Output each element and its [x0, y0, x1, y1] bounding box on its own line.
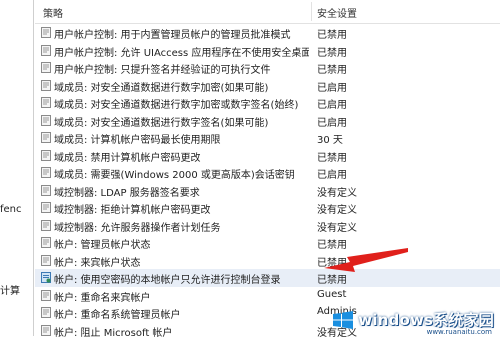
security-setting-value: 30 天	[317, 131, 387, 146]
policy-row[interactable]: 帐户: 重命名来宾帐户 Guest	[35, 287, 500, 305]
policy-name: 域成员: 对安全通道数据进行数字加密或数字签名(始终)	[54, 96, 309, 111]
navigation-pane: fenc 计算	[0, 0, 34, 336]
policy-row[interactable]: 域成员: 对安全通道数据进行数字签名(如果可能) 已启用	[35, 112, 500, 130]
windows-logo-icon	[332, 310, 354, 330]
policy-list-view: 策略 安全设置 用户帐户控制: 用于内置管理员帐户的管理员批准模式已禁用用户帐户…	[35, 0, 500, 336]
policy-row[interactable]: 用户帐户控制: 用于内置管理员帐户的管理员批准模式已禁用	[35, 24, 500, 42]
policy-row[interactable]: 域控制器: 拒绝计算机帐户密码更改没有定义	[35, 199, 500, 217]
policy-row[interactable]: 域成员: 禁用计算机帐户密码更改已禁用	[35, 147, 500, 165]
watermark-url: www.ruanaitu.com	[427, 328, 492, 336]
policy-name: 帐户: 阻止 Microsoft 帐户	[54, 324, 309, 339]
policy-name: 帐户: 使用空密码的本地帐户只允许进行控制台登录	[54, 271, 309, 286]
security-setting-value: Guest	[317, 289, 387, 300]
column-header-policy[interactable]: 策略	[43, 5, 63, 20]
policy-name: 域成员: 计算机帐户密码最长使用期限	[54, 131, 309, 146]
policy-name: 帐户: 来宾帐户状态	[54, 254, 309, 269]
policy-icon	[41, 97, 51, 108]
policy-name: 用户帐户控制: 允许 UIAccess 应用程序在不使用安全桌面...	[54, 44, 309, 59]
policy-icon	[41, 45, 51, 56]
policy-row[interactable]: 域控制器: 允许服务器操作者计划任务没有定义	[35, 217, 500, 235]
security-setting-value: 已禁用	[317, 44, 387, 59]
policy-row[interactable]: 域成员: 对安全通道数据进行数字加密(如果可能) 已启用	[35, 77, 500, 95]
security-setting-value: 已禁用	[317, 61, 387, 76]
security-setting-value: 已启用	[317, 96, 387, 111]
policy-row[interactable]: 帐户: 使用空密码的本地帐户只允许进行控制台登录已禁用	[35, 269, 500, 287]
policy-row[interactable]: 用户帐户控制: 只提升签名并经验证的可执行文件已禁用	[35, 59, 500, 77]
policy-name: 域控制器: 拒绝计算机帐户密码更改	[54, 201, 309, 216]
policy-name: 域控制器: 允许服务器操作者计划任务	[54, 219, 309, 234]
policy-row[interactable]: 域成员: 计算机帐户密码最长使用期限 30 天	[35, 129, 500, 147]
security-setting-value: 没有定义	[317, 184, 387, 199]
policy-icon	[41, 307, 51, 318]
security-setting-value: 已启用	[317, 114, 387, 129]
policy-icon	[41, 150, 51, 161]
column-divider[interactable]	[311, 2, 312, 21]
policy-name: 帐户: 管理员帐户状态	[54, 236, 309, 251]
policy-row[interactable]: 帐户: 管理员帐户状态已禁用	[35, 234, 500, 252]
security-setting-value: 没有定义	[317, 219, 387, 234]
policy-name: 用户帐户控制: 用于内置管理员帐户的管理员批准模式	[54, 26, 309, 41]
watermark: windows系统家园 www.ruanaitu.com	[332, 309, 494, 330]
policy-row[interactable]: 用户帐户控制: 允许 UIAccess 应用程序在不使用安全桌面... 已禁用	[35, 42, 500, 60]
policy-row[interactable]: 域成员: 需要强(Windows 2000 或更高版本)会话密钥已启用	[35, 164, 500, 182]
security-setting-value: 已禁用	[317, 149, 387, 164]
policy-icon	[41, 62, 51, 73]
policy-icon	[41, 237, 51, 248]
security-setting-value: 已启用	[317, 79, 387, 94]
navigation-fragment-2[interactable]: 计算	[0, 282, 20, 297]
red-arrow-annotation	[320, 248, 410, 284]
policy-row[interactable]: 帐户: 来宾帐户状态已禁用	[35, 252, 500, 270]
policy-selected-icon	[41, 272, 51, 283]
policy-row[interactable]: 域控制器: LDAP 服务器签名要求没有定义	[35, 182, 500, 200]
policy-row[interactable]: 域成员: 对安全通道数据进行数字加密或数字签名(始终) 已启用	[35, 94, 500, 112]
policy-icon	[41, 255, 51, 266]
policy-icon	[41, 132, 51, 143]
security-setting-value: 已启用	[317, 166, 387, 181]
policy-name: 域控制器: LDAP 服务器签名要求	[54, 184, 309, 199]
policy-name: 域成员: 需要强(Windows 2000 或更高版本)会话密钥	[54, 166, 309, 181]
policy-icon	[41, 290, 51, 301]
policy-icon	[41, 325, 51, 336]
policy-icon	[41, 27, 51, 38]
policy-name: 域成员: 对安全通道数据进行数字加密(如果可能)	[54, 79, 309, 94]
policy-icon	[41, 167, 51, 178]
policy-name: 帐户: 重命名来宾帐户	[54, 289, 309, 304]
policy-icon	[41, 80, 51, 91]
column-header-setting[interactable]: 安全设置	[317, 5, 357, 20]
security-setting-value: 没有定义	[317, 201, 387, 216]
watermark-text: windows系统家园	[358, 309, 494, 330]
navigation-fragment-1[interactable]: fenc	[0, 204, 22, 215]
policy-rows: 用户帐户控制: 用于内置管理员帐户的管理员批准模式已禁用用户帐户控制: 允许 U…	[35, 24, 500, 339]
policy-name: 用户帐户控制: 只提升签名并经验证的可执行文件	[54, 61, 309, 76]
policy-name: 帐户: 重命名系统管理员帐户	[54, 306, 309, 321]
policy-icon	[41, 115, 51, 126]
policy-name: 域成员: 禁用计算机帐户密码更改	[54, 149, 309, 164]
arrow-shape	[324, 248, 408, 272]
policy-name: 域成员: 对安全通道数据进行数字签名(如果可能)	[54, 114, 309, 129]
policy-icon	[41, 185, 51, 196]
list-header: 策略 安全设置	[35, 0, 500, 24]
policy-icon	[41, 202, 51, 213]
policy-icon	[41, 220, 51, 231]
security-setting-value: 已禁用	[317, 26, 387, 41]
